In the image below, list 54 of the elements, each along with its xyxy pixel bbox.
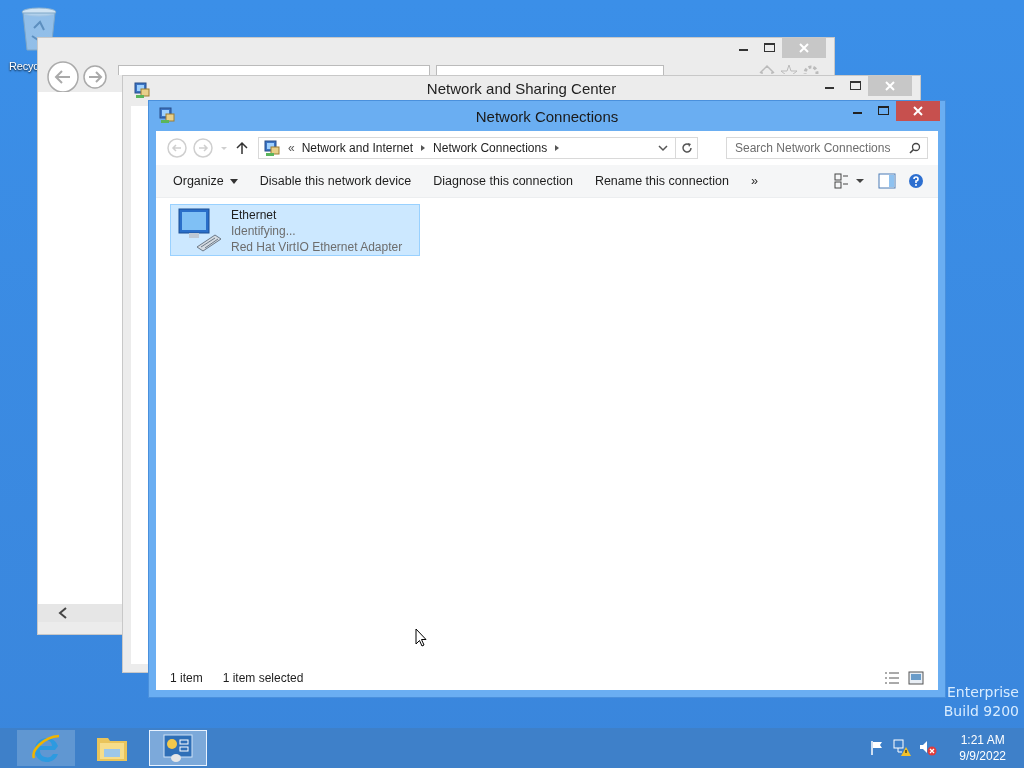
breadcrumb[interactable]: Network and Internet [301, 141, 414, 155]
connection-status: Identifying... [231, 223, 297, 239]
network-warning-icon[interactable] [893, 739, 912, 757]
forward-button[interactable] [192, 137, 214, 159]
overflow-chevron[interactable]: « [288, 141, 295, 155]
connection-item[interactable]: Ethernet Identifying... Red Hat VirtIO Ethernet Adapter [170, 204, 420, 256]
speaker-muted-icon[interactable] [919, 740, 938, 756]
preview-pane-icon[interactable] [878, 173, 896, 189]
status-text: 1 item selected [222, 671, 304, 685]
adapter-name: Red Hat VirtIO Ethernet Adapter [231, 239, 403, 255]
command-button[interactable]: Rename this connection [583, 170, 740, 192]
view-options-icon[interactable] [834, 173, 866, 189]
back-button[interactable] [46, 60, 80, 94]
up-arrow-icon[interactable] [234, 140, 250, 156]
window-title: Network Connections [475, 108, 619, 125]
caret-icon[interactable] [420, 144, 427, 152]
breadcrumb[interactable]: Network Connections [433, 141, 548, 155]
scroll-left-icon[interactable] [58, 607, 68, 619]
cursor-icon [415, 628, 427, 647]
star-icon[interactable] [780, 64, 798, 74]
back-button[interactable] [166, 137, 188, 159]
help-icon[interactable] [908, 173, 924, 189]
search-field[interactable]: Search Network Connections [726, 137, 928, 159]
browser-tab[interactable] [436, 65, 664, 75]
caret-icon [229, 178, 238, 184]
status-text: 1 item [170, 671, 203, 685]
edition-text: Enterprise [946, 684, 1019, 700]
thumbnail-view-icon[interactable] [908, 671, 924, 685]
close-button[interactable] [896, 101, 940, 121]
address-bar[interactable]: « Network and Internet Network Connections [258, 137, 676, 159]
command-button[interactable]: Diagnose this connection [422, 170, 584, 192]
browser-icon [31, 733, 61, 763]
window-title: Network and Sharing Center [426, 80, 617, 97]
clock-date[interactable]: 9/9/2022 [959, 748, 1006, 764]
command-button[interactable]: Disable this network device [248, 170, 423, 192]
home-icon[interactable] [758, 64, 776, 74]
connection-name: Ethernet [231, 207, 278, 223]
edition-text: Build 9200 [943, 703, 1019, 719]
forward-button[interactable] [82, 64, 108, 90]
dropdown-icon[interactable] [657, 143, 669, 153]
refresh-icon[interactable] [680, 142, 693, 154]
organize-button[interactable]: Organize [162, 170, 249, 192]
search-icon [909, 142, 921, 154]
network-icon [133, 81, 151, 99]
network-icon [263, 139, 281, 157]
address-bar[interactable] [118, 65, 430, 75]
network-adapter-icon [175, 207, 223, 253]
control-panel-icon [162, 733, 194, 763]
details-view-icon[interactable] [884, 671, 900, 685]
clock-time[interactable]: 1:21 AM [960, 732, 1005, 748]
caret-icon[interactable] [554, 144, 561, 152]
more-commands-button[interactable]: » [740, 170, 769, 192]
taskbar-button[interactable] [149, 730, 207, 766]
network-connections-icon [158, 105, 176, 124]
